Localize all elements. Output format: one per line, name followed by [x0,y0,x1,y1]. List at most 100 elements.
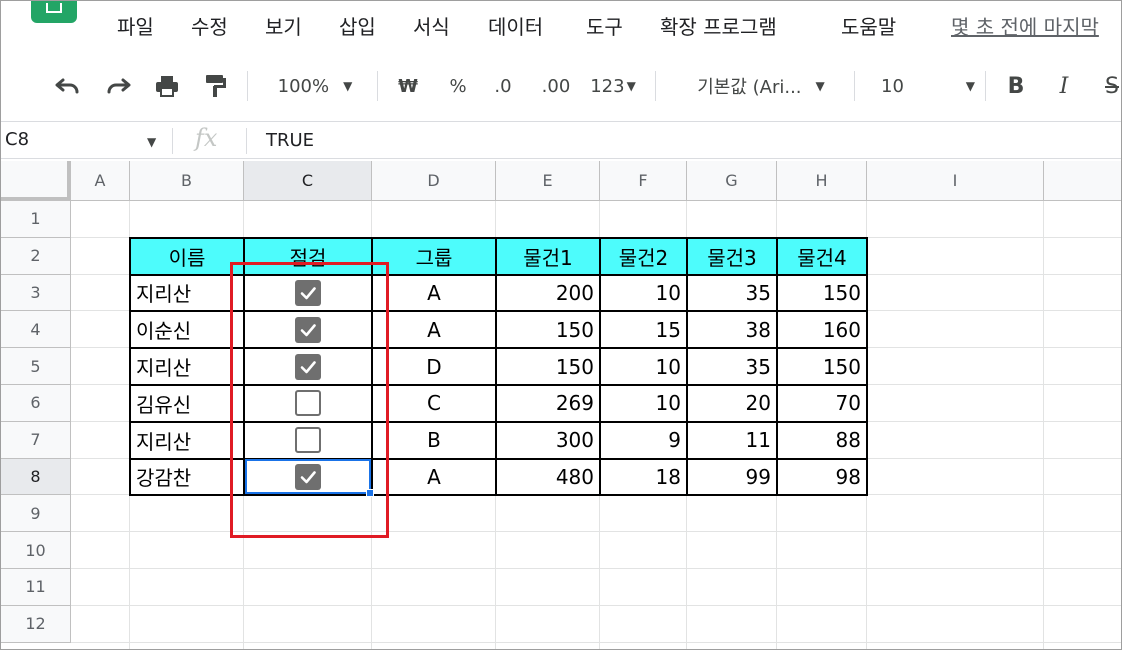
table-cell[interactable]: 150 [496,311,600,348]
table-cell[interactable]: 강감찬 [130,459,244,496]
decrease-decimal-button[interactable]: .0 [483,69,523,103]
table-header-cell[interactable]: 물건1 [496,237,600,275]
table-cell[interactable]: 이순신 [130,311,244,348]
paint-format-icon[interactable] [197,69,233,103]
table-cell[interactable]: D [372,348,496,385]
row-header-10[interactable]: 10 [1,532,71,569]
row-header-9[interactable]: 9 [1,495,71,533]
table-cell[interactable]: 20 [687,385,777,422]
table-border [686,236,688,497]
table-cell[interactable]: 11 [687,422,777,459]
chevron-down-icon: ▼ [815,79,825,93]
table-cell[interactable]: 지리산 [130,275,244,312]
table-cell[interactable]: 18 [600,459,687,496]
menu-insert[interactable]: 삽입 [339,11,376,40]
menu-edit[interactable]: 수정 [191,11,228,40]
row-header-11[interactable]: 11 [1,569,71,606]
row-header-7[interactable]: 7 [1,421,71,459]
menu-data[interactable]: 데이터 [488,11,543,40]
table-header-cell[interactable]: 물건3 [687,237,777,275]
table-cell[interactable]: A [372,275,496,312]
table-cell[interactable]: A [372,459,496,496]
redo-icon[interactable] [101,69,137,103]
table-cell[interactable]: 38 [687,311,777,348]
menu-tools[interactable]: 도구 [586,11,623,40]
menu-help[interactable]: 도움말 [841,11,896,40]
font-size-select[interactable]: 10 ▼ [869,69,975,103]
undo-icon[interactable] [49,69,85,103]
table-cell[interactable]: 70 [777,385,867,422]
table-cell[interactable]: 200 [496,275,600,312]
formula-divider [172,128,173,154]
table-cell[interactable]: 10 [600,385,687,422]
select-all-corner[interactable] [1,161,71,201]
table-cell[interactable]: 160 [777,311,867,348]
column-header-e[interactable]: E [496,161,600,201]
table-cell[interactable]: 15 [600,311,687,348]
column-header-g[interactable]: G [687,161,777,201]
formula-input[interactable]: TRUE [266,130,314,151]
table-cell[interactable]: B [372,422,496,459]
table-cell[interactable]: 98 [777,459,867,496]
row-header-8[interactable]: 8 [1,458,71,496]
table-cell[interactable]: 지리산 [130,348,244,385]
table-cell[interactable]: 99 [687,459,777,496]
table-cell[interactable]: 지리산 [130,422,244,459]
table-cell[interactable]: 480 [496,459,600,496]
table-cell[interactable]: 35 [687,275,777,312]
table-cell[interactable]: A [372,311,496,348]
currency-format-button[interactable]: ₩ [393,69,423,103]
table-cell[interactable]: 35 [687,348,777,385]
row-header-3[interactable]: 3 [1,274,71,312]
last-edit-link[interactable]: 몇 초 전에 마지막 [951,11,1099,40]
number-format-select[interactable]: 123 ▼ [585,69,641,103]
table-cell[interactable]: 88 [777,422,867,459]
menu-view[interactable]: 보기 [265,11,302,40]
bold-button[interactable]: B [1001,69,1031,103]
increase-decimal-button[interactable]: .00 [533,69,579,103]
grid-line [71,531,1121,533]
toolbar: 100% ▼ ₩ % .0 .00 123 ▼ 기본값 (Ari... ▼ 10 ▼ B… [1,63,1121,109]
zoom-select[interactable]: 100% ▼ [263,69,367,103]
column-header-c[interactable]: C [244,161,372,201]
menu-extensions[interactable]: 확장 프로그램 [660,11,777,40]
column-header-f[interactable]: F [600,161,687,201]
row-header-6[interactable]: 6 [1,385,71,422]
column-header-b[interactable]: B [130,161,244,201]
table-cell[interactable]: 300 [496,422,600,459]
table-header-cell[interactable]: 물건2 [600,237,687,275]
table-cell[interactable]: 10 [600,348,687,385]
column-header-i[interactable]: I [867,161,1044,201]
row-header-12[interactable]: 12 [1,605,71,643]
column-header-d[interactable]: D [372,161,496,201]
menu-file[interactable]: 파일 [117,11,154,40]
table-header-cell[interactable]: 그룹 [372,237,496,275]
italic-button[interactable]: I [1049,69,1079,103]
table-cell[interactable]: 9 [600,422,687,459]
name-box[interactable]: C8 [5,129,29,150]
chevron-down-icon: ▼ [626,79,636,93]
chevron-down-icon[interactable]: ▼ [147,135,156,149]
table-cell[interactable]: 150 [777,348,867,385]
strikethrough-button[interactable]: S [1097,69,1121,103]
sheets-logo-icon[interactable] [31,1,77,23]
table-cell[interactable]: 269 [496,385,600,422]
menu-format[interactable]: 서식 [413,11,450,40]
font-select[interactable]: 기본값 (Ari... ▼ [681,69,841,103]
table-cell[interactable]: 150 [777,275,867,312]
row-header-1[interactable]: 1 [1,201,71,238]
table-cell[interactable]: 150 [496,348,600,385]
zoom-value: 100% [277,75,330,97]
table-cell[interactable]: 10 [600,275,687,312]
row-header-5[interactable]: 5 [1,348,71,385]
table-header-cell[interactable]: 물건4 [777,237,867,275]
row-header-4[interactable]: 4 [1,311,71,349]
table-cell[interactable]: C [372,385,496,422]
row-header-2[interactable]: 2 [1,237,71,275]
percent-format-button[interactable]: % [443,69,473,103]
table-cell[interactable]: 김유신 [130,385,244,422]
column-header-h[interactable]: H [777,161,867,201]
column-header-a[interactable]: A [71,161,130,201]
table-header-cell[interactable]: 이름 [130,237,244,275]
print-icon[interactable] [149,69,185,103]
